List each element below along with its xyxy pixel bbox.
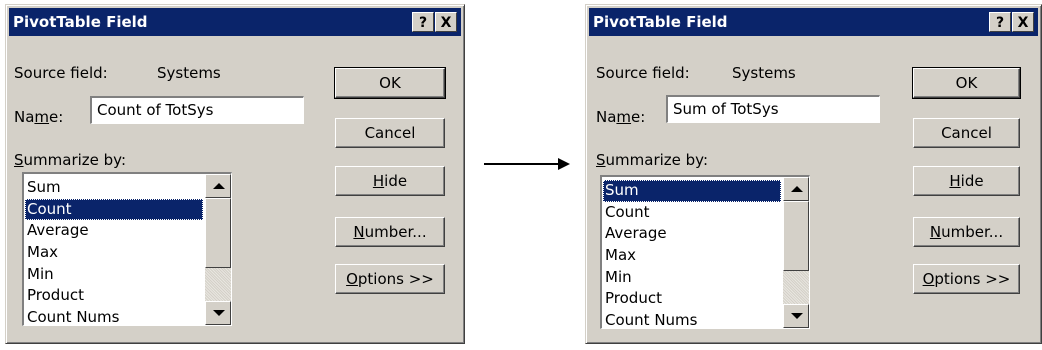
help-button[interactable]: ? bbox=[989, 12, 1011, 32]
list-item-product[interactable]: Product bbox=[603, 288, 781, 310]
down-arrow-icon bbox=[213, 310, 225, 316]
source-field-value: Systems bbox=[732, 64, 796, 82]
list-item-max[interactable]: Max bbox=[603, 245, 781, 267]
name-label: Name: bbox=[596, 108, 646, 126]
list-item-sum[interactable]: Sum bbox=[603, 180, 781, 202]
name-input[interactable]: Count of TotSys bbox=[90, 96, 304, 124]
scroll-down-button[interactable] bbox=[783, 304, 809, 328]
up-arrow-icon bbox=[791, 186, 803, 192]
options-button[interactable]: Options >> bbox=[913, 264, 1020, 294]
listbox-scrollbar[interactable] bbox=[205, 174, 231, 325]
arrow-head bbox=[558, 158, 570, 170]
list-item-count[interactable]: Count bbox=[25, 198, 203, 221]
summarize-by-label: Summarize by: bbox=[14, 151, 127, 169]
ok-button[interactable]: OK bbox=[912, 67, 1021, 99]
source-field-value: Systems bbox=[157, 64, 221, 82]
name-label: Name: bbox=[14, 108, 64, 126]
summarize-by-label: Summarize by: bbox=[596, 151, 709, 169]
close-button[interactable]: X bbox=[435, 12, 457, 32]
ok-button[interactable]: OK bbox=[334, 67, 446, 99]
number-button[interactable]: Number... bbox=[335, 217, 445, 247]
hide-button[interactable]: Hide bbox=[913, 166, 1020, 196]
list-item-count-nums[interactable]: Count Nums bbox=[603, 310, 781, 328]
hide-button[interactable]: Hide bbox=[335, 166, 445, 196]
name-input[interactable]: Sum of TotSys bbox=[666, 95, 880, 123]
arrow-shaft bbox=[484, 163, 560, 165]
cancel-button[interactable]: Cancel bbox=[913, 118, 1020, 148]
list-item-max[interactable]: Max bbox=[25, 242, 203, 264]
summarize-by-listbox[interactable]: Sum Count Average Max Min Product Count … bbox=[600, 175, 810, 329]
listbox-scrollbar[interactable] bbox=[783, 177, 809, 328]
dialog-title: PivotTable Field bbox=[593, 13, 728, 31]
scroll-down-button[interactable] bbox=[205, 301, 231, 325]
list-item-product[interactable]: Product bbox=[25, 285, 203, 307]
list-items: Sum Count Average Max Min Product Count … bbox=[25, 177, 203, 325]
list-item-sum[interactable]: Sum bbox=[25, 177, 203, 199]
pivottable-field-dialog-before: PivotTable Field ? X Source field: Syste… bbox=[5, 4, 465, 344]
list-item-count[interactable]: Count bbox=[603, 202, 781, 224]
options-button[interactable]: Options >> bbox=[335, 264, 445, 294]
source-field-label: Source field: bbox=[596, 64, 690, 82]
title-bar: PivotTable Field ? X bbox=[9, 8, 461, 36]
up-arrow-icon bbox=[213, 183, 225, 189]
close-button[interactable]: X bbox=[1012, 12, 1034, 32]
source-field-label: Source field: bbox=[14, 64, 108, 82]
scroll-thumb[interactable] bbox=[205, 198, 231, 268]
pivottable-field-dialog-after: PivotTable Field ? X Source field: Syste… bbox=[585, 4, 1042, 344]
list-item-min[interactable]: Min bbox=[603, 267, 781, 289]
cancel-button[interactable]: Cancel bbox=[335, 118, 445, 148]
dialog-title: PivotTable Field bbox=[13, 13, 148, 31]
list-item-min[interactable]: Min bbox=[25, 264, 203, 286]
help-button[interactable]: ? bbox=[412, 12, 434, 32]
list-item-count-nums[interactable]: Count Nums bbox=[25, 307, 203, 325]
list-item-average[interactable]: Average bbox=[25, 220, 203, 242]
scroll-up-button[interactable] bbox=[205, 174, 231, 198]
scroll-thumb[interactable] bbox=[783, 201, 809, 271]
list-items: Sum Count Average Max Min Product Count … bbox=[603, 180, 781, 328]
scroll-up-button[interactable] bbox=[783, 177, 809, 201]
title-bar: PivotTable Field ? X bbox=[589, 8, 1038, 36]
down-arrow-icon bbox=[791, 313, 803, 319]
summarize-by-listbox[interactable]: Sum Count Average Max Min Product Count … bbox=[22, 172, 232, 326]
number-button[interactable]: Number... bbox=[913, 217, 1020, 247]
list-item-average[interactable]: Average bbox=[603, 223, 781, 245]
